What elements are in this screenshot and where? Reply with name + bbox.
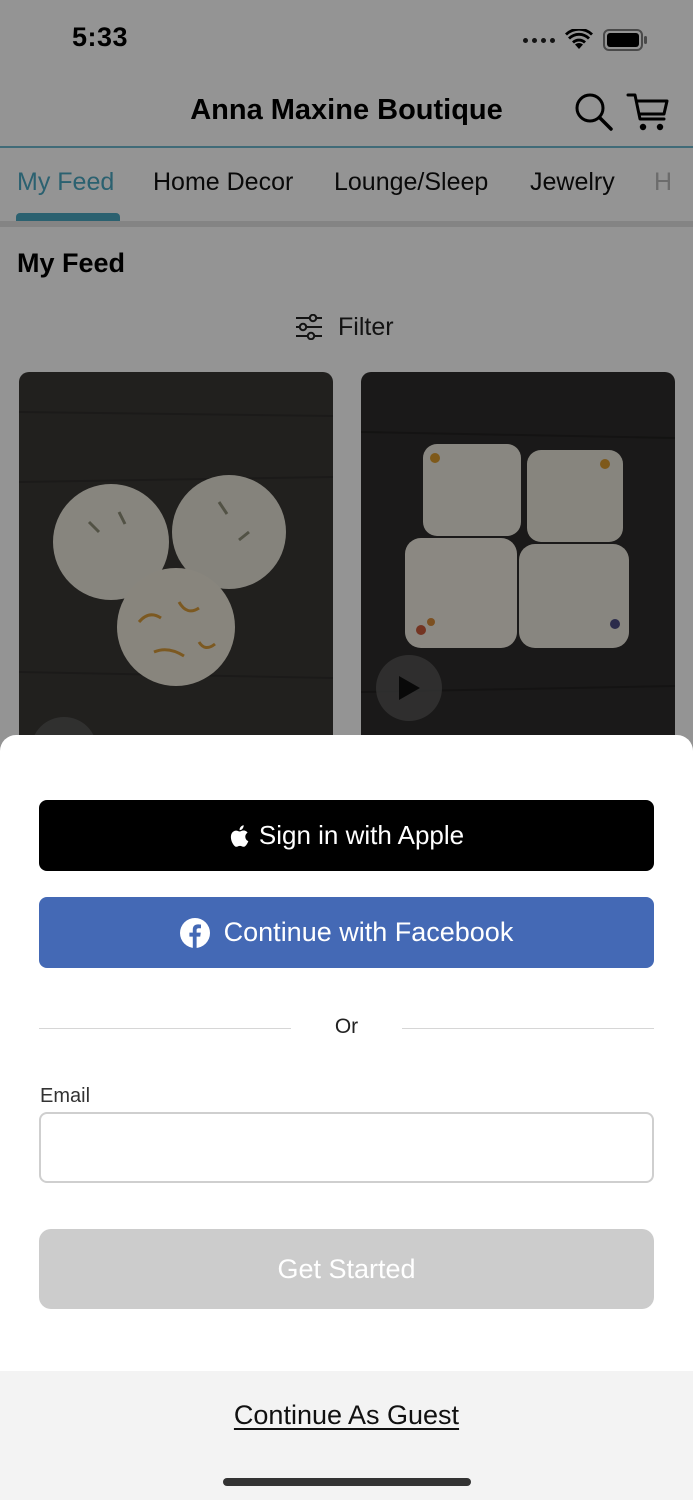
or-label: Or (334, 1015, 359, 1038)
login-sheet: Sign in with Apple Continue with Faceboo… (0, 735, 693, 1500)
get-started-button[interactable]: Get Started (39, 1229, 654, 1309)
continue-as-guest-link[interactable]: Continue As Guest (0, 1400, 693, 1431)
apple-icon (230, 824, 249, 847)
email-label: Email (40, 1085, 91, 1107)
email-field[interactable] (39, 1112, 654, 1183)
divider-line (402, 1028, 654, 1029)
guest-footer: Continue As Guest (0, 1371, 693, 1500)
or-divider: Or (39, 1013, 654, 1043)
home-indicator[interactable] (223, 1478, 471, 1486)
apple-button-label: Sign in with Apple (258, 820, 465, 850)
facebook-button-label: Continue with Facebook (223, 917, 514, 947)
sign-in-with-apple-button[interactable]: Sign in with Apple (39, 800, 654, 871)
continue-with-facebook-button[interactable]: Continue with Facebook (39, 897, 654, 968)
facebook-icon (179, 917, 210, 948)
